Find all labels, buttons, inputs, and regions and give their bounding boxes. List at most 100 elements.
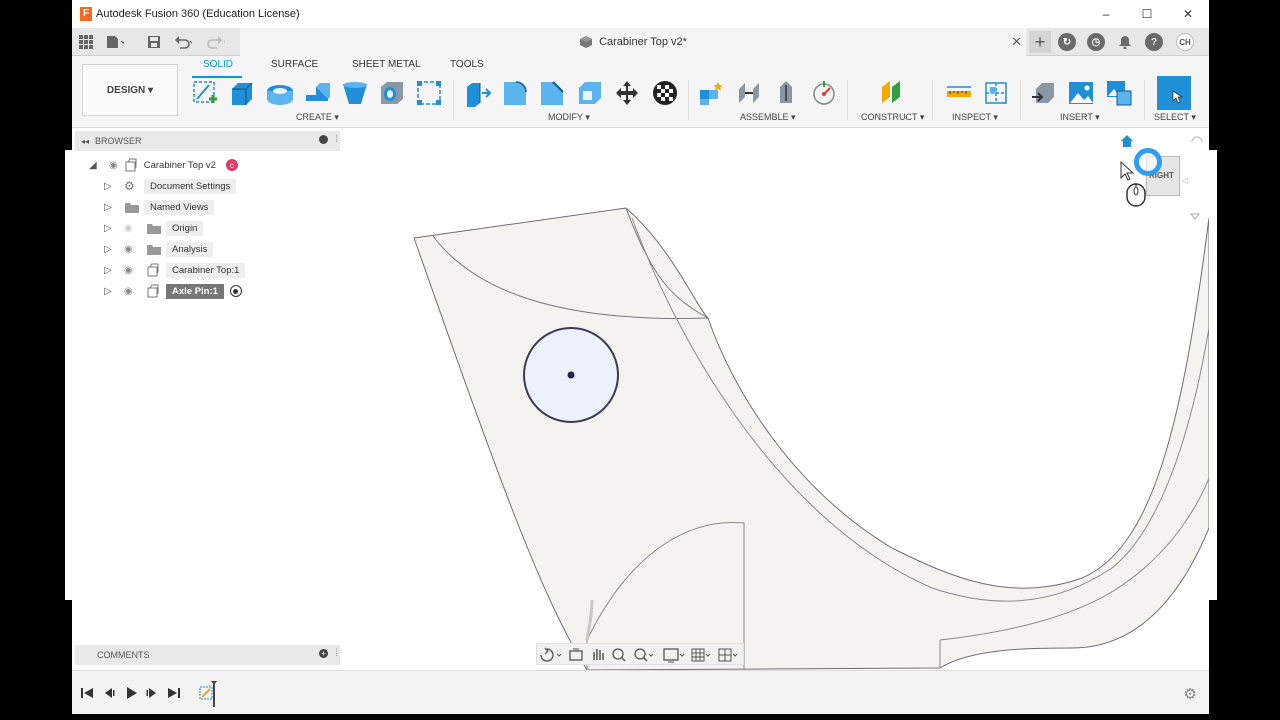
measure-icon[interactable]	[944, 78, 974, 108]
viewcube[interactable]: RIGHT ◁	[1120, 132, 1205, 232]
appearance-icon[interactable]	[650, 78, 680, 108]
close-window-button[interactable]: ✕	[1168, 0, 1208, 28]
panel-grip-icon[interactable]: ⁞	[335, 134, 338, 145]
tab-tools[interactable]: TOOLS	[450, 59, 484, 70]
undo-icon[interactable]	[174, 33, 192, 51]
new-tab-button[interactable]: +	[1029, 31, 1051, 53]
decal-icon[interactable]	[1104, 78, 1134, 108]
look-at-icon[interactable]	[569, 648, 583, 661]
as-built-joint-icon[interactable]	[771, 78, 801, 108]
browser-item-carabiner-top[interactable]: ▷ ◉ Carabiner Top:1	[104, 261, 246, 279]
chamfer-icon[interactable]	[537, 78, 567, 108]
canvas-viewport[interactable]: RIGHT ◁	[72, 128, 1209, 670]
apps-grid-icon[interactable]	[77, 33, 95, 51]
extensions-icon[interactable]: ↻	[1058, 33, 1076, 51]
expand-triangle-icon[interactable]: ▷	[104, 223, 122, 234]
step-forward-icon[interactable]	[145, 686, 159, 700]
rotate-ccw-icon[interactable]	[1190, 134, 1204, 148]
timeline-sketch-feature-icon[interactable]	[198, 681, 218, 707]
joint-icon[interactable]	[734, 78, 764, 108]
insert-menu[interactable]: INSERT ▾	[1060, 112, 1100, 123]
assemble-menu[interactable]: ASSEMBLE ▾	[740, 112, 796, 123]
home-icon[interactable]	[1120, 134, 1134, 148]
browser-root-node[interactable]: ◢ ◉ Carabiner Top v2 c	[89, 156, 238, 174]
add-comment-icon[interactable]: +	[319, 649, 328, 658]
close-tab-icon[interactable]: ✕	[1011, 34, 1022, 50]
fit-icon[interactable]	[634, 648, 654, 662]
construct-menu[interactable]: CONSTRUCT ▾	[861, 112, 924, 123]
revolve-icon[interactable]	[265, 78, 295, 108]
offset-plane-icon[interactable]	[877, 78, 907, 108]
extrude-icon[interactable]	[227, 78, 257, 108]
help-icon[interactable]: ?	[1145, 33, 1163, 51]
visibility-eye-icon[interactable]: ◉	[124, 286, 146, 297]
move-copy-icon[interactable]	[612, 78, 642, 108]
grid-settings-icon[interactable]	[691, 648, 711, 662]
insert-canvas-icon[interactable]	[1066, 78, 1096, 108]
tab-surface[interactable]: SURFACE	[271, 59, 318, 70]
visibility-eye-icon[interactable]: ◉	[109, 160, 118, 171]
rectangular-pattern-icon[interactable]	[414, 78, 444, 108]
tab-sheet-metal[interactable]: SHEET METAL	[352, 59, 421, 70]
viewcube-arrow-icon[interactable]: ◁	[1182, 176, 1188, 185]
viewcube-menu-icon[interactable]	[1190, 212, 1200, 222]
collapse-triangle-icon[interactable]: ◢	[89, 160, 103, 171]
step-back-icon[interactable]	[102, 686, 116, 700]
notification-icon[interactable]	[1116, 33, 1134, 51]
sweep-icon[interactable]	[302, 78, 332, 108]
document-tab[interactable]: Carabiner Top v2* ✕	[240, 28, 1026, 56]
go-to-end-icon[interactable]	[167, 686, 181, 700]
browser-item-named-views[interactable]: ▷ Named Views	[104, 198, 215, 216]
hole-icon[interactable]	[377, 78, 407, 108]
browser-item-label: Named Views	[144, 199, 215, 215]
press-pull-icon[interactable]	[462, 78, 492, 108]
maximize-button[interactable]: ☐	[1127, 0, 1167, 28]
motion-link-icon[interactable]	[809, 78, 839, 108]
insert-derive-icon[interactable]	[1029, 78, 1059, 108]
expand-triangle-icon[interactable]: ▷	[104, 265, 122, 276]
display-settings-icon[interactable]	[663, 648, 685, 663]
viewports-icon[interactable]	[718, 648, 738, 662]
workspace-switcher[interactable]: DESIGN ▾	[82, 64, 178, 116]
browser-item-axle-pin[interactable]: ▷ ◉ Axle Pin:1	[104, 282, 242, 300]
model-view[interactable]	[72, 128, 1209, 670]
create-sketch-icon[interactable]	[190, 78, 220, 108]
save-icon[interactable]	[145, 33, 163, 51]
orbit-icon[interactable]	[540, 647, 562, 662]
hidden-eye-icon[interactable]: ◉	[124, 223, 146, 234]
section-analysis-icon[interactable]	[981, 78, 1011, 108]
expand-triangle-icon[interactable]: ▷	[104, 202, 122, 213]
minimize-button[interactable]: –	[1086, 0, 1126, 28]
select-menu[interactable]: SELECT ▾	[1154, 112, 1196, 123]
modify-menu[interactable]: MODIFY ▾	[548, 112, 590, 123]
activate-radio-icon[interactable]	[229, 285, 242, 297]
user-avatar[interactable]: CH	[1176, 33, 1194, 51]
visibility-eye-icon[interactable]: ◉	[124, 265, 146, 276]
browser-item-analysis[interactable]: ▷ ◉ Analysis	[104, 240, 214, 258]
shell-icon[interactable]	[575, 78, 605, 108]
loft-icon[interactable]	[340, 78, 370, 108]
timeline-settings-icon[interactable]: ⚙	[1184, 685, 1197, 703]
expand-triangle-icon[interactable]: ▷	[104, 244, 122, 255]
select-tool-button[interactable]	[1157, 76, 1191, 110]
new-component-icon[interactable]	[696, 78, 726, 108]
browser-item-origin[interactable]: ▷ ◉ Origin	[104, 219, 204, 237]
file-icon[interactable]	[106, 33, 124, 51]
pan-icon[interactable]	[593, 649, 604, 660]
go-to-start-icon[interactable]	[80, 686, 94, 700]
redo-icon[interactable]	[207, 33, 225, 51]
browser-item-document-settings[interactable]: ▷ ⚙ Document Settings	[104, 177, 237, 195]
job-status-icon[interactable]: ◷	[1087, 33, 1105, 51]
browser-minimize-icon[interactable]	[319, 135, 328, 144]
expand-triangle-icon[interactable]: ▷	[104, 181, 122, 192]
inspect-menu[interactable]: INSPECT ▾	[952, 112, 998, 123]
zoom-icon[interactable]	[612, 648, 626, 662]
create-menu[interactable]: CREATE ▾	[296, 112, 339, 123]
collapse-browser-icon[interactable]: ◂◂	[81, 137, 89, 146]
play-icon[interactable]	[124, 686, 138, 700]
tab-solid[interactable]: SOLID	[203, 59, 233, 70]
fillet-icon[interactable]	[500, 78, 530, 108]
expand-triangle-icon[interactable]: ▷	[104, 286, 122, 297]
visibility-eye-icon[interactable]: ◉	[124, 244, 146, 255]
panel-grip-icon[interactable]: ⁞	[335, 648, 338, 659]
